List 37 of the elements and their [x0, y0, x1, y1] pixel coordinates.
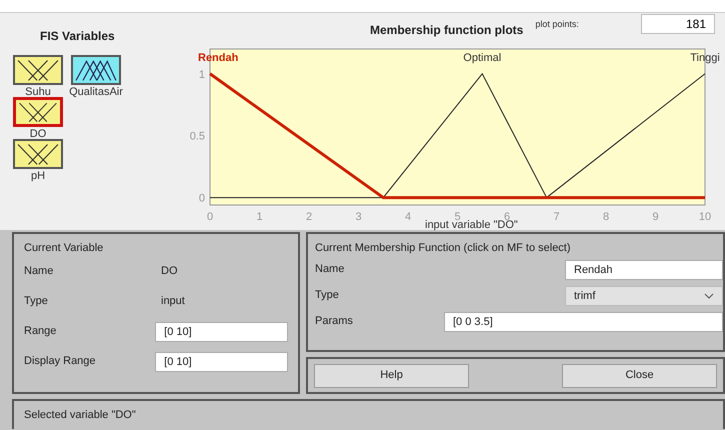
x-tick-label: 1: [256, 211, 263, 221]
variable-label: pH: [30, 169, 46, 183]
field-label: Name: [24, 264, 54, 280]
field-value: DO: [161, 264, 178, 280]
field-label: Type: [24, 294, 49, 310]
variable-label: DO: [30, 127, 46, 141]
field-label: Name: [315, 262, 346, 278]
membership-label: Optimal: [463, 52, 502, 64]
membership-label: Tinggi: [690, 52, 720, 64]
x-tick-label: 9: [652, 211, 659, 221]
y-tick-label: 1: [198, 68, 205, 81]
field-label: Display Range: [24, 354, 97, 370]
x-tick-label: 8: [602, 211, 610, 221]
x-tick-label: 2: [306, 211, 312, 221]
field-label: Range: [24, 324, 58, 340]
variable-label: Suhu: [25, 85, 51, 99]
plot-title: Membership function plots: [370, 22, 524, 39]
panel-title: Current Variable: [24, 241, 104, 256]
x-tick-label: 7: [553, 211, 560, 221]
x-tick-label: 5: [454, 211, 461, 221]
field-value: input: [161, 294, 185, 310]
field-label: Params: [315, 314, 354, 330]
x-tick-label: 10: [698, 211, 712, 221]
panel-title: Current Membership Function (click on MF to select): [315, 241, 572, 256]
status-bar: Selected variable "DO": [12, 399, 725, 429]
x-axis-label: input variable "DO": [425, 220, 518, 231]
x-tick-label: 6: [504, 211, 510, 221]
plot-points-label: plot points:: [535, 18, 579, 31]
y-tick-label: 0.5: [190, 130, 205, 143]
x-tick-label: 3: [355, 211, 362, 221]
panel-title: FIS Variables: [39, 28, 116, 45]
field-label: Type: [315, 288, 340, 304]
x-tick-label: 4: [404, 211, 412, 221]
x-tick-label: 0: [206, 211, 214, 221]
membership-label: Rendah: [198, 52, 238, 64]
variable-label: QualitasAir: [69, 85, 123, 99]
y-tick-label: 0: [198, 192, 205, 205]
